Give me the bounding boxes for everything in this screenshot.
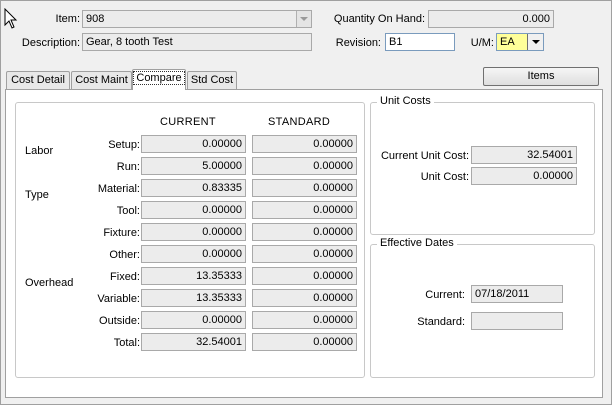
quantity-on-hand-label: Quantity On Hand: — [333, 13, 425, 25]
compare-row-label: Other: — [109, 249, 140, 261]
compare-row-label: Fixture: — [103, 227, 140, 239]
compare-row-label: Material: — [97, 183, 140, 195]
effective-current-field: 07/18/2011 — [471, 285, 563, 303]
item-dropdown-button[interactable] — [296, 11, 311, 27]
current-value-field: 32.54001 — [141, 333, 246, 351]
revision-label: Revision: — [335, 37, 381, 49]
effective-standard-field — [471, 312, 563, 330]
current-value-field: 0.00000 — [141, 311, 246, 329]
description-label: Description: — [21, 37, 80, 49]
type-group-label: Type — [25, 189, 49, 201]
current-value-field: 0.00000 — [141, 201, 246, 219]
tab-cost-maint[interactable]: Cost Maint — [71, 71, 132, 90]
standard-value-field: 0.00000 — [252, 333, 357, 351]
current-value-field: 0.00000 — [141, 223, 246, 241]
effective-current-label: Current: — [425, 289, 465, 301]
item-select[interactable]: 908 — [82, 10, 312, 28]
unit-costs-title: Unit Costs — [377, 95, 434, 107]
tab-std-cost[interactable]: Std Cost — [187, 71, 237, 90]
effective-standard-label: Standard: — [417, 316, 465, 328]
compare-row-label: Outside: — [99, 315, 140, 327]
compare-row-label: Fixed: — [110, 271, 140, 283]
um-label: U/M: — [470, 37, 494, 49]
standard-value-field: 0.00000 — [252, 267, 357, 285]
revision-field[interactable]: B1 — [385, 33, 455, 51]
chevron-down-icon — [300, 17, 308, 21]
standard-value-field: 0.00000 — [252, 311, 357, 329]
effective-dates-title: Effective Dates — [377, 237, 457, 249]
description-field[interactable]: Gear, 8 tooth Test — [82, 33, 312, 51]
current-value-field: 13.35333 — [141, 289, 246, 307]
um-value: EA — [500, 36, 515, 48]
unit-costs-group: Unit Costs Current Unit Cost: 32.54001 U… — [370, 95, 595, 235]
standard-value-field: 0.00000 — [252, 179, 357, 197]
standard-value-field: 0.00000 — [252, 245, 357, 263]
current-unit-cost-label: Current Unit Cost: — [380, 150, 469, 162]
compare-row-label: Run: — [116, 161, 140, 173]
unit-cost-label: Unit Cost: — [420, 171, 469, 183]
compare-row-label: Setup: — [108, 139, 140, 151]
current-value-field: 0.00000 — [141, 245, 246, 263]
current-value-field: 0.83335 — [141, 179, 246, 197]
compare-row-label: Variable: — [97, 293, 140, 305]
standard-value-field: 0.00000 — [252, 201, 357, 219]
standard-value-field: 0.00000 — [252, 223, 357, 241]
compare-row-label: Tool: — [116, 205, 140, 217]
current-value-field: 5.00000 — [141, 157, 246, 175]
um-select[interactable]: EA — [496, 33, 544, 51]
unit-cost-field: 0.00000 — [471, 167, 577, 185]
standard-column-header: STANDARD — [268, 116, 331, 128]
tab-compare[interactable]: Compare — [132, 69, 186, 90]
tab-cost-detail[interactable]: Cost Detail — [6, 71, 70, 90]
standard-value-field: 0.00000 — [252, 135, 357, 153]
overhead-group-label: Overhead — [25, 277, 74, 289]
labor-group-label: Labor — [25, 145, 54, 157]
compare-panel: CURRENT STANDARD Labor Type Overhead Set… — [5, 89, 603, 398]
compare-row-label: Total: — [113, 337, 140, 349]
um-dropdown-button[interactable] — [527, 34, 543, 50]
item-value: 908 — [86, 13, 105, 25]
mouse-pointer-icon — [4, 8, 18, 29]
quantity-on-hand-field: 0.000 — [428, 10, 554, 28]
items-button[interactable]: Items — [483, 67, 599, 86]
current-column-header: CURRENT — [160, 116, 216, 128]
standard-value-field: 0.00000 — [252, 289, 357, 307]
effective-dates-group: Effective Dates Current: 07/18/2011 Stan… — [370, 237, 595, 378]
standard-value-field: 0.00000 — [252, 157, 357, 175]
compare-group: CURRENT STANDARD Labor Type Overhead Set… — [15, 102, 365, 378]
current-value-field: 13.35333 — [141, 267, 246, 285]
item-label: Item: — [55, 13, 80, 25]
current-unit-cost-field: 32.54001 — [471, 146, 577, 164]
current-value-field: 0.00000 — [141, 135, 246, 153]
chevron-down-icon — [531, 40, 540, 44]
